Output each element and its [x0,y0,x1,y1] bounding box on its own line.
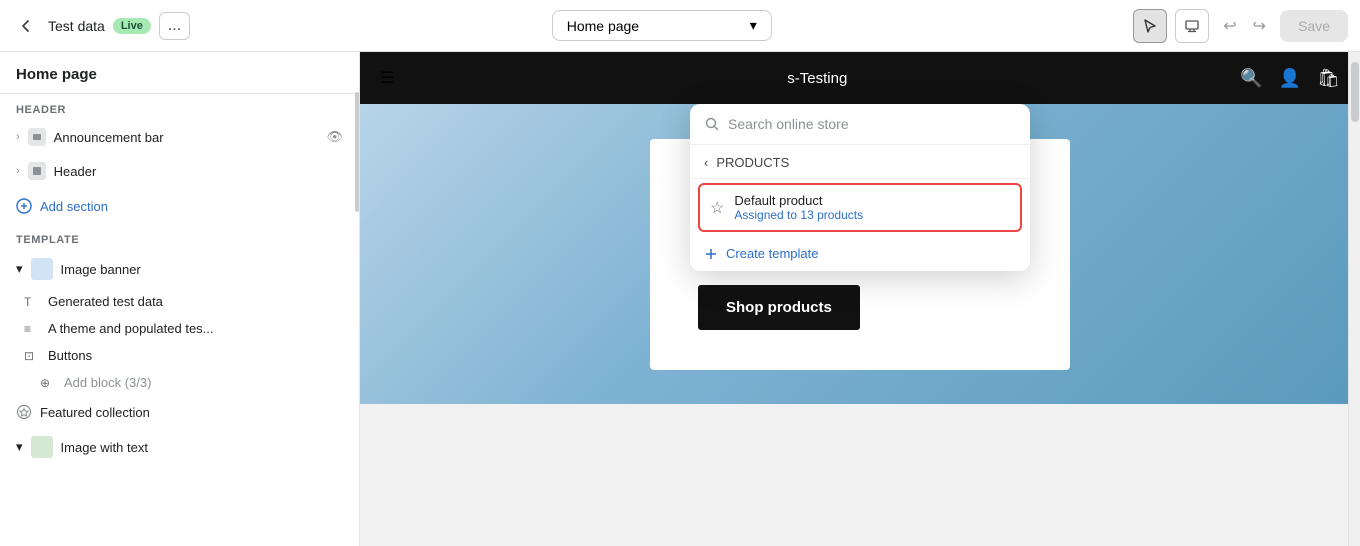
image-with-text-label: Image with text [61,440,148,455]
create-template-button[interactable]: Create template [690,236,1030,271]
image-with-text-thumbnail [31,436,53,458]
star-icon: ☆ [710,198,724,218]
announcement-bar-label: Announcement bar [54,130,164,145]
save-button[interactable]: Save [1280,10,1348,42]
buttons-label: Buttons [48,348,92,363]
dropdown-search-row [690,104,1030,145]
theme-text-label: A theme and populated tes... [48,321,214,336]
dropdown-products-header: ‹ PRODUCTS [690,145,1030,179]
cart-nav-icon[interactable]: 🛍 [1317,68,1340,89]
chevron-right-icon: › [16,131,20,143]
text-icon: T [24,295,40,309]
dropdown-search-icon [704,116,720,132]
paragraph-icon: ≡ [24,322,40,336]
sidebar: Home page HEADER › Announcement bar 👁 › … [0,52,360,546]
featured-collection-icon [16,404,32,420]
top-bar-left: Test data Live ... [12,12,190,40]
sidebar-item-generated-test-data[interactable]: T Generated test data [0,288,359,315]
sidebar-title: Home page [0,52,359,94]
sidebar-item-featured-collection[interactable]: Featured collection [0,396,359,428]
default-product-name: Default product [734,193,863,208]
back-button[interactable] [12,12,40,40]
canvas-scrollbar [1348,52,1360,546]
sidebar-scrollbar-thumb[interactable] [355,92,359,212]
sidebar-item-announcement-bar[interactable]: › Announcement bar 👁 [0,120,359,154]
dropdown-item-default-product[interactable]: ☆ Default product Assigned to 13 product… [698,183,1022,232]
chevron-down-icon: ▾ [16,439,23,455]
page-dropdown-overlay: ‹ PRODUCTS ☆ Default product Assigned to… [690,104,1030,271]
sidebar-item-buttons[interactable]: ⊡ Buttons [0,342,359,369]
add-section-label: Add section [40,199,108,214]
sidebar-item-image-banner[interactable]: ▾ Image banner [0,250,359,288]
desktop-preview-button[interactable] [1175,9,1209,43]
live-badge: Live [113,18,151,34]
undo-redo-group: ↩ ↪ [1217,12,1272,40]
assigned-prefix: Assigned to [734,208,800,222]
top-bar: Test data Live ... Home page ▾ ↩ ↪ Save [0,0,1360,52]
assigned-count: 13 [800,208,813,222]
add-block-label: Add block (3/3) [64,375,151,390]
plus-icon [704,247,718,261]
button-icon: ⊡ [24,349,40,363]
header-icon [28,162,46,180]
header-section-label: HEADER [0,94,359,120]
image-banner-label: Image banner [61,262,141,277]
announcement-bar-icon [28,128,46,146]
top-bar-right: ↩ ↪ Save [1133,9,1348,43]
image-banner-thumbnail [31,258,53,280]
back-to-pages-icon[interactable]: ‹ [704,155,708,170]
main-layout: Home page HEADER › Announcement bar 👁 › … [0,52,1360,546]
cursor-tool-button[interactable] [1133,9,1167,43]
search-nav-icon[interactable]: 🔍 [1240,68,1262,89]
shop-products-button[interactable]: Shop products [698,285,860,330]
canvas-scrollbar-thumb[interactable] [1351,62,1359,122]
featured-collection-label: Featured collection [40,405,150,420]
redo-button[interactable]: ↪ [1247,12,1272,40]
chevron-down-icon: ▾ [16,261,23,277]
sidebar-item-add-block[interactable]: ⊕ Add block (3/3) [0,369,359,396]
top-bar-center: Home page ▾ [202,10,1121,41]
eye-icon[interactable]: 👁 [326,129,343,145]
products-section-label: PRODUCTS [716,155,789,170]
default-product-sub: Assigned to 13 products [734,208,863,222]
create-template-label: Create template [726,246,819,261]
undo-button[interactable]: ↩ [1217,12,1242,40]
page-selector-label: Home page [567,18,639,34]
store-name: Test data [48,18,105,34]
add-section-button[interactable]: Add section [0,188,359,224]
page-selector[interactable]: Home page ▾ [552,10,772,41]
chevron-down-icon: ▾ [750,17,757,34]
default-product-info: Default product Assigned to 13 products [734,193,863,222]
store-navigation: ☰ s-Testing 🔍 👤 🛍 [360,52,1360,104]
more-options-button[interactable]: ... [159,12,190,40]
user-nav-icon[interactable]: 👤 [1279,68,1301,89]
hamburger-icon: ☰ [380,68,394,88]
store-brand-name: s-Testing [787,70,847,87]
header-label: Header [54,164,97,179]
sidebar-item-image-with-text[interactable]: ▾ Image with text [0,428,359,466]
sidebar-item-header[interactable]: › Header [0,154,359,188]
generated-test-data-label: Generated test data [48,294,163,309]
chevron-right-icon: › [16,165,20,177]
assigned-suffix: products [814,208,863,222]
nav-icons: 🔍 👤 🛍 [1240,68,1340,89]
sidebar-item-theme-text[interactable]: ≡ A theme and populated tes... [0,315,359,342]
search-online-store-input[interactable] [728,116,1016,132]
add-block-icon: ⊕ [40,376,56,390]
canvas-area: ☰ s-Testing 🔍 👤 🛍 Generated test data A … [360,52,1360,546]
template-section-label: TEMPLATE [0,224,359,250]
